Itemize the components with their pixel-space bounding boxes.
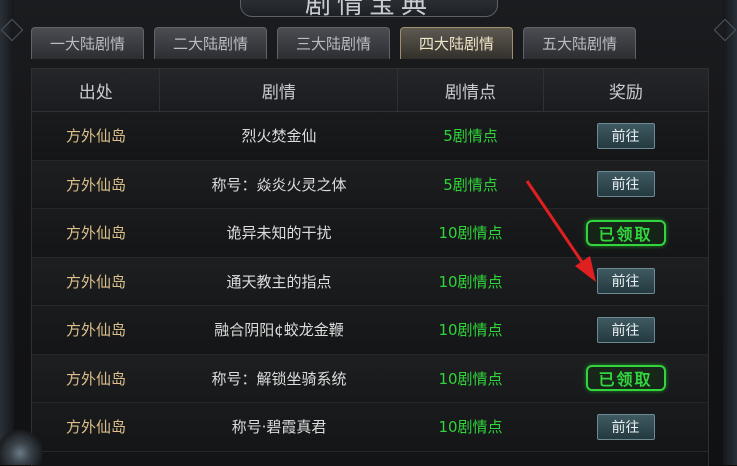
row-points: 5剧情点 (443, 175, 498, 194)
row-story: 称号·碧霞真君 (231, 418, 327, 437)
tab-continent-3[interactable]: 三大陆剧情 (277, 27, 390, 59)
tab-continent-4[interactable]: 四大陆剧情 (400, 27, 513, 59)
row-points: 10剧情点 (438, 321, 503, 340)
goto-button[interactable]: 前往 (596, 122, 655, 149)
story-window: 剧情宝典 一大陆剧情 二大陆剧情 三大陆剧情 四大陆剧情 五大陆剧情 出处 剧情… (0, 0, 737, 466)
header-points: 剧情点 (398, 69, 544, 111)
row-source: 方外仙岛 (65, 418, 126, 437)
window-title-plate: 剧情宝典 (240, 0, 498, 20)
corner-orb-ornament (0, 423, 42, 465)
tab-continent-2[interactable]: 二大陆剧情 (154, 27, 267, 59)
tab-continent-5[interactable]: 五大陆剧情 (523, 27, 636, 59)
header-reward: 奖励 (608, 82, 643, 103)
goto-button[interactable]: 前往 (596, 268, 655, 295)
tab-continent-1[interactable]: 一大陆剧情 (31, 27, 144, 59)
header-source: 出处 (32, 69, 161, 111)
row-source: 方外仙岛 (65, 272, 126, 291)
goto-button[interactable]: 前往 (596, 171, 655, 198)
row-source: 方外仙岛 (65, 321, 126, 340)
goto-button[interactable]: 前往 (596, 413, 655, 440)
frame-right-border (723, 0, 737, 465)
row-source: 方外仙岛 (65, 127, 126, 146)
story-table: 出处 剧情 剧情点 奖励 方外仙岛 烈火焚金仙 5剧情点 前往 方外仙岛 称号：… (31, 68, 709, 466)
row-points: 10剧情点 (438, 418, 503, 437)
table-row: 方外仙岛 诡异未知的干扰 10剧情点 已领取 (32, 209, 708, 258)
row-points: 10剧情点 (438, 272, 503, 291)
table-row: 方外仙岛 称号：焱炎火灵之体 5剧情点 前往 (32, 160, 708, 209)
row-story: 通天教主的指点 (226, 272, 332, 291)
row-source: 方外仙岛 (65, 369, 126, 388)
row-story: 烈火焚金仙 (241, 127, 317, 146)
frame-left-border (0, 0, 14, 465)
row-points: 10剧情点 (438, 369, 503, 388)
table-row: 方外仙岛 称号：解锁坐骑系统 10剧情点 已领取 (32, 354, 708, 403)
claimed-stamp: 已领取 (585, 365, 666, 392)
table-row: 方外仙岛 称号·碧霞真君 10剧情点 前往 (32, 403, 708, 452)
table-row: 方外仙岛 融合阴阳¢蛟龙金鞭 10剧情点 前往 (32, 306, 708, 355)
row-points: 10剧情点 (438, 224, 503, 243)
row-source: 方外仙岛 (65, 175, 126, 194)
row-story: 诡异未知的干扰 (226, 224, 332, 243)
table-row: 方外仙岛 烈火焚金仙 5剧情点 前往 (32, 112, 708, 161)
window-title: 剧情宝典 (304, 0, 433, 20)
row-story: 称号：解锁坐骑系统 (211, 369, 347, 388)
row-story: 融合阴阳¢蛟龙金鞭 (214, 321, 344, 340)
table-header: 出处 剧情 剧情点 奖励 (32, 69, 708, 112)
claimed-stamp: 已领取 (585, 219, 666, 246)
row-points: 5剧情点 (443, 127, 498, 146)
row-story: 称号：焱炎火灵之体 (211, 175, 347, 194)
header-story: 剧情 (160, 69, 399, 111)
row-source: 方外仙岛 (65, 224, 126, 243)
continent-tabs: 一大陆剧情 二大陆剧情 三大陆剧情 四大陆剧情 五大陆剧情 (31, 27, 646, 59)
table-row: 方外仙岛 通天教主的指点 10剧情点 前往 (32, 257, 708, 306)
goto-button[interactable]: 前往 (596, 316, 655, 343)
